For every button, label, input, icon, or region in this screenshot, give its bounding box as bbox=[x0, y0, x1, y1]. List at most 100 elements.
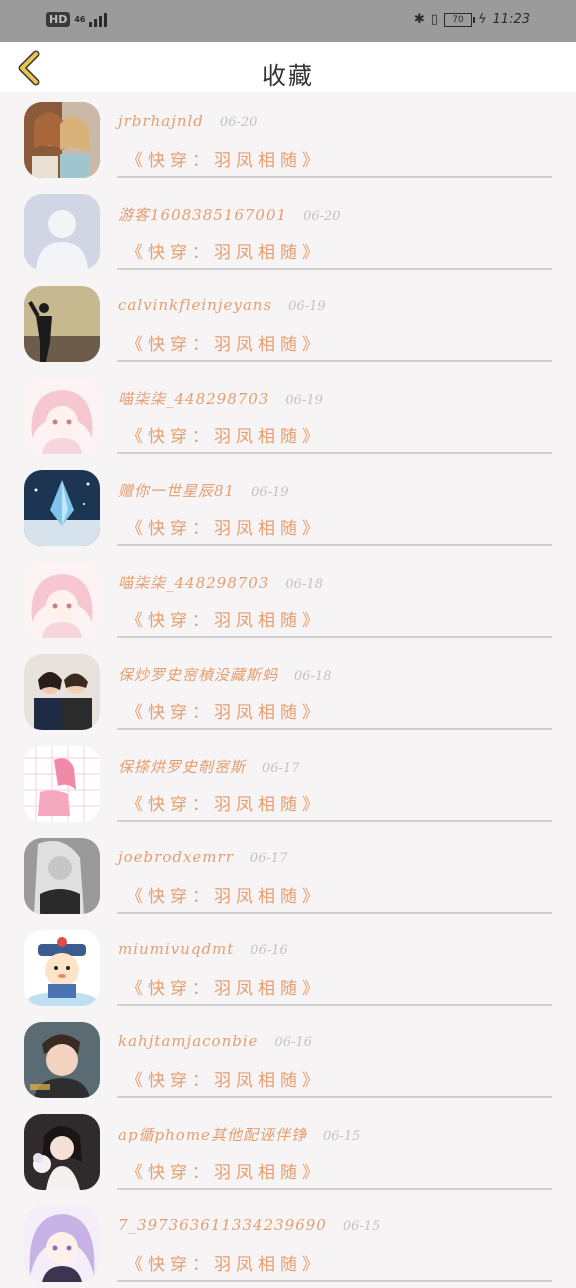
divider bbox=[117, 820, 552, 822]
bluetooth-icon: ✱ bbox=[413, 12, 425, 27]
photo-girl-flowers-image bbox=[24, 1114, 100, 1190]
favorite-item[interactable]: 保炒罗史宻楨没藏斯蚂 06-18 《快穿：羽凤相随》 bbox=[0, 644, 576, 736]
date-label: 06-15 bbox=[342, 1219, 381, 1234]
avatar[interactable] bbox=[24, 838, 100, 914]
photo-couple-image bbox=[24, 654, 100, 730]
divider bbox=[117, 1004, 552, 1006]
date-label: 06-20 bbox=[219, 115, 258, 130]
favorite-item[interactable]: 赠你一世星辰81 06-19 《快穿：羽凤相随》 bbox=[0, 460, 576, 552]
item-meta: 游客1608385167001 06-20 bbox=[118, 204, 341, 225]
network-type: 46 bbox=[74, 14, 86, 24]
avatar[interactable] bbox=[24, 1114, 100, 1190]
divider bbox=[117, 636, 552, 638]
date-label: 06-17 bbox=[249, 851, 288, 866]
avatar[interactable] bbox=[24, 562, 100, 638]
item-meta: kahjtamjaconbie 06-16 bbox=[118, 1032, 312, 1050]
user-name: 保搽烘罗史剞宻斯 bbox=[118, 758, 247, 776]
avatar[interactable] bbox=[24, 102, 100, 178]
favorite-item[interactable]: jrbrhajnld 06-20 《快穿：羽凤相随》 bbox=[0, 92, 576, 184]
photo-bw-woman-image bbox=[24, 838, 100, 914]
date-label: 06-18 bbox=[285, 577, 323, 592]
book-title-link[interactable]: 《快穿：羽凤相随》 bbox=[126, 330, 324, 355]
date-label: 06-15 bbox=[322, 1129, 361, 1144]
divider bbox=[117, 452, 552, 454]
divider bbox=[117, 544, 552, 546]
item-meta: 赠你一世星辰81 06-19 bbox=[118, 480, 289, 501]
favorite-item[interactable]: 喵柒柒_448298703 06-19 《快穿：羽凤相随》 bbox=[0, 368, 576, 460]
battery-icon: 70 bbox=[443, 12, 475, 27]
date-label: 06-19 bbox=[285, 393, 323, 408]
favorite-item[interactable]: 保搽烘罗史剞宻斯 06-17 《快穿：羽凤相随》 bbox=[0, 736, 576, 828]
book-title-link[interactable]: 《快穿：羽凤相随》 bbox=[126, 1066, 324, 1091]
anime-pink-girl-image bbox=[24, 378, 100, 454]
user-name: joebrodxemrr bbox=[118, 848, 234, 866]
item-meta: 保搽烘罗史剞宻斯 06-17 bbox=[118, 756, 300, 777]
pink-sketch-image bbox=[24, 746, 100, 822]
favorite-item[interactable]: 喵柒柒_448298703 06-18 《快穿：羽凤相随》 bbox=[0, 552, 576, 644]
clock: 11:23 bbox=[492, 12, 530, 27]
divider bbox=[117, 1280, 552, 1282]
favorite-item[interactable]: joebrodxemrr 06-17 《快穿：羽凤相随》 bbox=[0, 828, 576, 920]
favorite-item[interactable]: ap循phome其他配诬伴铮 06-15 《快穿：羽凤相随》 bbox=[0, 1104, 576, 1196]
avatar[interactable] bbox=[24, 930, 100, 1006]
favorite-item[interactable]: calvinkfleinjeyans 06-19 《快穿：羽凤相随》 bbox=[0, 276, 576, 368]
book-title-link[interactable]: 《快穿：羽凤相随》 bbox=[126, 974, 324, 999]
photo-two-girls-image bbox=[24, 102, 100, 178]
book-title-link[interactable]: 《快穿：羽凤相随》 bbox=[126, 882, 324, 907]
divider bbox=[117, 1188, 552, 1190]
user-name: 游客1608385167001 bbox=[118, 206, 288, 224]
avatar[interactable] bbox=[24, 286, 100, 362]
page-title: 收藏 bbox=[262, 62, 314, 90]
user-name: 喵柒柒_448298703 bbox=[118, 390, 270, 408]
vibrate-icon: ▯ bbox=[430, 12, 438, 27]
item-meta: 7_397363611334239690 06-15 bbox=[118, 1216, 380, 1234]
anime-pink-girl-image bbox=[24, 562, 100, 638]
photo-boy-image bbox=[24, 1022, 100, 1098]
book-title-link[interactable]: 《快穿：羽凤相随》 bbox=[126, 790, 324, 815]
favorite-item[interactable]: 7_397363611334239690 06-15 《快穿：羽凤相随》 bbox=[0, 1196, 576, 1288]
item-meta: 保炒罗史宻楨没藏斯蚂 06-18 bbox=[118, 664, 332, 685]
divider bbox=[117, 1096, 552, 1098]
book-title-link[interactable]: 《快穿：羽凤相随》 bbox=[126, 422, 324, 447]
user-name: ap循phome其他配诬伴铮 bbox=[118, 1126, 307, 1144]
item-meta: joebrodxemrr 06-17 bbox=[118, 848, 287, 866]
user-name: 赠你一世星辰81 bbox=[118, 482, 236, 500]
item-meta: 喵柒柒_448298703 06-18 bbox=[118, 572, 323, 593]
avatar[interactable] bbox=[24, 1022, 100, 1098]
user-name: 喵柒柒_448298703 bbox=[118, 574, 270, 592]
divider bbox=[117, 360, 552, 362]
book-title-link[interactable]: 《快穿：羽凤相随》 bbox=[126, 146, 324, 171]
charging-icon: ϟ bbox=[477, 12, 487, 27]
user-name: kahjtamjaconbie bbox=[118, 1032, 259, 1050]
avatar[interactable] bbox=[24, 194, 100, 270]
date-label: 06-20 bbox=[303, 209, 341, 224]
user-name: 7_397363611334239690 bbox=[118, 1216, 327, 1234]
anime-purple-girl-image bbox=[24, 1206, 100, 1282]
item-meta: jrbrhajnld 06-20 bbox=[118, 112, 257, 130]
avatar[interactable] bbox=[24, 470, 100, 546]
default-person-image bbox=[24, 194, 100, 270]
book-title-link[interactable]: 《快穿：羽凤相随》 bbox=[126, 1250, 324, 1275]
favorite-item[interactable]: miumivuqdmt 06-16 《快穿：羽凤相随》 bbox=[0, 920, 576, 1012]
item-meta: miumivuqdmt 06-16 bbox=[118, 940, 288, 958]
favorite-item[interactable]: kahjtamjaconbie 06-16 《快穿：羽凤相随》 bbox=[0, 1012, 576, 1104]
book-title-link[interactable]: 《快穿：羽凤相随》 bbox=[126, 514, 324, 539]
avatar[interactable] bbox=[24, 746, 100, 822]
avatar[interactable] bbox=[24, 378, 100, 454]
book-title-link[interactable]: 《快穿：羽凤相随》 bbox=[126, 698, 324, 723]
book-title-link[interactable]: 《快穿：羽凤相随》 bbox=[126, 606, 324, 631]
book-title-link[interactable]: 《快穿：羽凤相随》 bbox=[126, 1158, 324, 1183]
avatar[interactable] bbox=[24, 1206, 100, 1282]
book-title-link[interactable]: 《快穿：羽凤相随》 bbox=[126, 238, 324, 263]
favorites-list: jrbrhajnld 06-20 《快穿：羽凤相随》 游客1608385167001 0… bbox=[0, 92, 576, 1288]
favorite-item[interactable]: 游客1608385167001 06-20 《快穿：羽凤相随》 bbox=[0, 184, 576, 276]
signal-icon bbox=[89, 11, 108, 27]
top-bar: 收藏 bbox=[0, 42, 576, 92]
divider bbox=[117, 176, 552, 178]
cartoon-qing-image bbox=[24, 930, 100, 1006]
date-label: 06-16 bbox=[250, 943, 288, 958]
date-label: 06-19 bbox=[251, 485, 289, 500]
item-meta: 喵柒柒_448298703 06-19 bbox=[118, 388, 323, 409]
avatar[interactable] bbox=[24, 654, 100, 730]
date-label: 06-18 bbox=[294, 669, 332, 684]
